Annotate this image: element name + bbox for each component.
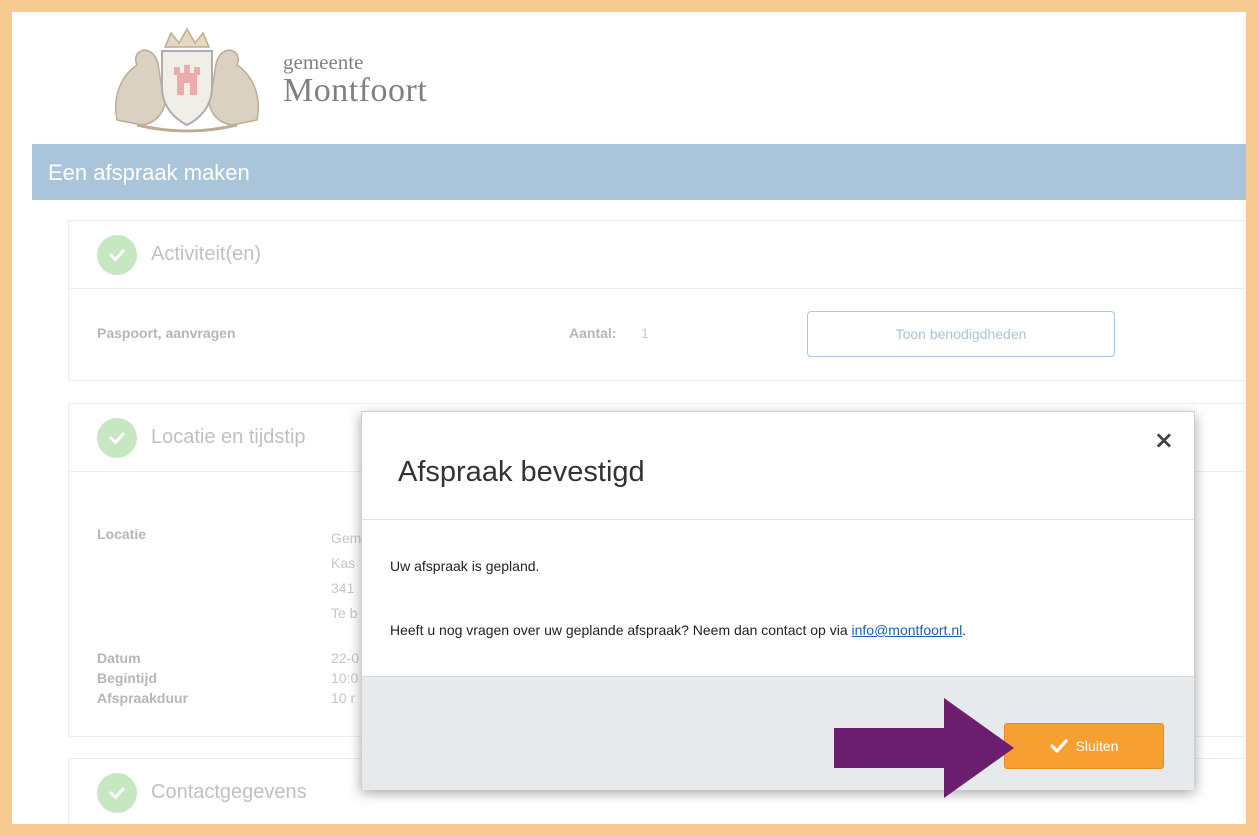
checkmark-icon — [1049, 739, 1068, 753]
divider — [362, 519, 1194, 520]
email-link[interactable]: info@montfoort.nl — [852, 622, 963, 638]
sluiten-button[interactable]: Sluiten — [1004, 723, 1164, 769]
page-frame: gemeente Montfoort Een afspraak maken Ac… — [12, 12, 1246, 824]
contact-text-prefix: Heeft u nog vragen over uw geplande afsp… — [390, 622, 852, 638]
confirmation-text: Uw afspraak is gepland. — [390, 558, 540, 574]
sluiten-label: Sluiten — [1075, 738, 1119, 754]
confirmation-modal: × Afspraak bevestigd Uw afspraak is gepl… — [361, 411, 1195, 790]
modal-title: Afspraak bevestigd — [398, 456, 645, 488]
modal-footer: Sluiten — [362, 676, 1194, 790]
arrow-annotation-icon — [834, 698, 1014, 798]
close-icon[interactable]: × — [1154, 426, 1174, 454]
contact-text: Heeft u nog vragen over uw geplande afsp… — [390, 622, 966, 638]
contact-text-suffix: . — [962, 622, 967, 638]
